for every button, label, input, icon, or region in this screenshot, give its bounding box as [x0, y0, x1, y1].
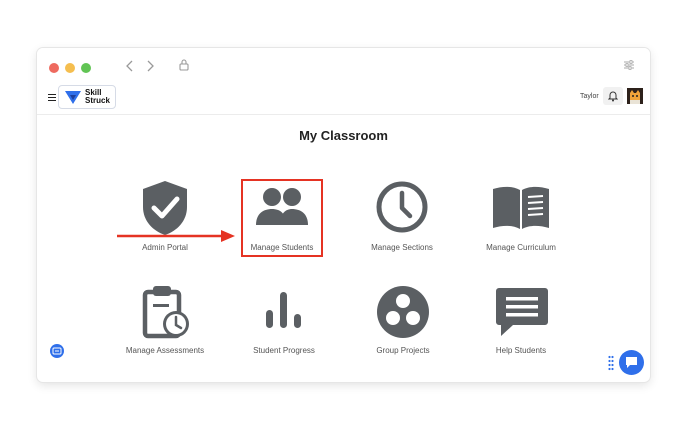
- tile-manage-assessments[interactable]: Manage Assessments: [105, 282, 225, 372]
- avatar[interactable]: [627, 88, 643, 104]
- forward-arrow-icon[interactable]: [143, 58, 157, 74]
- tile-label: Manage Curriculum: [486, 243, 556, 252]
- highlight-box: [241, 179, 323, 257]
- back-arrow-icon[interactable]: [123, 58, 137, 74]
- tile-manage-sections[interactable]: Manage Sections: [342, 179, 462, 269]
- chat-icon: [496, 288, 548, 336]
- logo-mark-icon: [65, 91, 81, 104]
- book-icon: [493, 186, 549, 229]
- tile-label: Student Progress: [253, 346, 315, 355]
- logo-text-struck: Struck: [85, 96, 110, 105]
- tile-admin-portal[interactable]: Admin Portal: [105, 179, 225, 269]
- accessibility-button[interactable]: [50, 344, 64, 358]
- settings-sliders-icon[interactable]: [623, 60, 635, 70]
- tile-help-students[interactable]: Help Students: [461, 282, 581, 372]
- page-title: My Classroom: [299, 128, 388, 143]
- group-icon: [377, 286, 429, 338]
- tile-label: Group Projects: [376, 346, 430, 355]
- lock-icon: [179, 59, 189, 71]
- maximize-window-button[interactable]: [81, 63, 91, 73]
- bell-icon: [608, 91, 618, 102]
- accessibility-icon: [52, 347, 62, 355]
- shield-check-icon: [143, 181, 187, 235]
- cat-avatar-icon: [627, 88, 643, 104]
- tile-label: Manage Sections: [371, 243, 433, 252]
- user-name: Taylor: [580, 93, 599, 100]
- tile-manage-curriculum[interactable]: Manage Curriculum: [461, 179, 581, 269]
- tile-student-progress[interactable]: Student Progress: [224, 282, 344, 372]
- minimize-window-button[interactable]: [65, 63, 75, 73]
- skillstruck-logo[interactable]: Skill Struck: [58, 85, 116, 109]
- bar-chart-icon: [266, 292, 301, 328]
- tile-group-projects[interactable]: Group Projects: [343, 282, 463, 372]
- clock-icon: [376, 181, 428, 233]
- drag-handle-icon[interactable]: [608, 355, 614, 371]
- tile-label: Help Students: [495, 346, 547, 355]
- browser-chrome: [37, 48, 650, 84]
- menu-icon[interactable]: [48, 94, 56, 102]
- red-arrow-icon: [117, 230, 235, 242]
- notifications-button[interactable]: [603, 87, 623, 105]
- app-header: Skill Struck Taylor: [37, 84, 650, 115]
- message-icon: [626, 357, 637, 368]
- tile-label: Admin Portal: [142, 243, 188, 252]
- tile-label: Manage Assessments: [125, 346, 205, 355]
- chat-launcher-button[interactable]: [619, 350, 644, 375]
- app-window: Skill Struck Taylor My Classroom Admin P…: [37, 48, 650, 382]
- close-window-button[interactable]: [49, 63, 59, 73]
- clipboard-clock-icon: [142, 286, 189, 339]
